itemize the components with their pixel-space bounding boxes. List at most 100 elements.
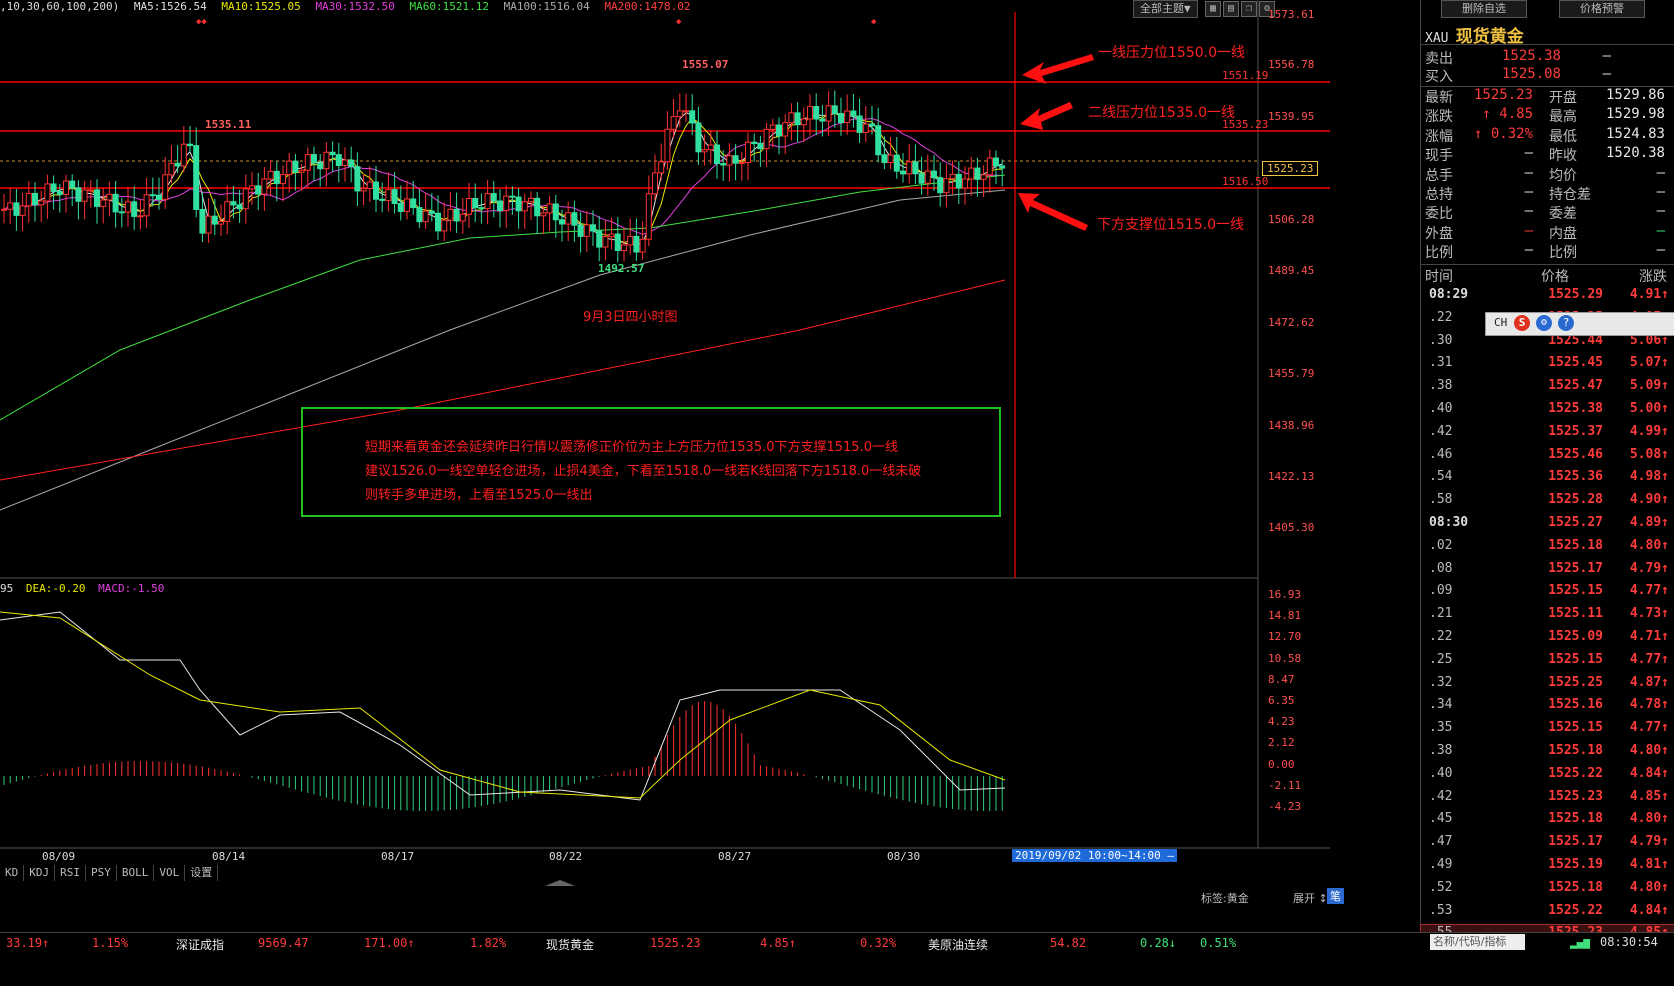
quote-stat-row: 现手 — 昨收 1520.38 — [1421, 145, 1674, 165]
candle-body — [478, 207, 485, 210]
candle-body — [534, 197, 541, 217]
indicator-tab[interactable]: BOLL — [117, 865, 155, 881]
indicator-tab[interactable]: KDJ — [24, 865, 56, 881]
candle-body — [311, 154, 317, 164]
tick-row[interactable]: .34 1525.16 4.78↑ — [1421, 697, 1674, 720]
tick-change: 4.80↑ — [1629, 743, 1669, 758]
tick-time: .22 — [1429, 309, 1453, 325]
tick-row[interactable]: .22 1525.09 4.71↑ — [1421, 629, 1674, 652]
candle-body — [968, 167, 975, 180]
tick-row[interactable]: 08:30 1525.27 4.89↑ — [1421, 515, 1674, 538]
tick-row[interactable]: .08 1525.17 4.79↑ — [1421, 561, 1674, 584]
candle-body — [571, 212, 578, 226]
indicator-tab[interactable]: 设置 — [185, 865, 219, 881]
indicator-tab[interactable]: KD — [0, 865, 25, 881]
tick-row[interactable]: .58 1525.28 4.90↑ — [1421, 492, 1674, 515]
candle-body — [180, 143, 187, 167]
candle-body — [447, 208, 454, 221]
tick-row[interactable]: .32 1525.25 4.87↑ — [1421, 675, 1674, 698]
tick-time: .22 — [1429, 629, 1453, 644]
ticker-item: 1525.23 — [650, 936, 701, 950]
candle-body — [174, 162, 181, 167]
candle-body — [69, 180, 76, 189]
ticker-item[interactable]: 深证成指 — [176, 936, 224, 953]
stat-value: 1529.86 — [1605, 87, 1665, 103]
stat-value: 1529.98 — [1605, 106, 1665, 123]
candle-body — [44, 183, 51, 202]
tick-row[interactable]: .30 1525.44 5.06↑ — [1421, 333, 1674, 356]
price-tick-label: 1539.95 — [1268, 110, 1315, 123]
ime-settings-icon[interactable]: ⚙ — [1536, 315, 1552, 331]
tick-row[interactable]: .40 1525.22 4.84↑ — [1421, 766, 1674, 789]
tick-row[interactable]: .02 1525.18 4.80↑ — [1421, 538, 1674, 561]
macd-value: MACD:-1.50 — [98, 582, 165, 595]
tick-row[interactable]: .38 1525.47 5.09↑ — [1421, 378, 1674, 401]
candle-body — [875, 125, 882, 156]
stat-label: 比例 — [1425, 245, 1453, 262]
tick-row[interactable]: .47 1525.17 4.79↑ — [1421, 834, 1674, 857]
quote-stat-row: 比例 — 比例 — — [1421, 242, 1674, 262]
macd-legend: 95 DEA:-0.20 MACD:-1.50 — [0, 582, 164, 595]
indicator-tab[interactable]: RSI — [55, 865, 86, 881]
tick-row[interactable]: 08:29 1525.29 4.91↑ — [1421, 287, 1674, 310]
tick-row[interactable]: .38 1525.18 4.80↑ — [1421, 743, 1674, 766]
expand-button[interactable]: 展开 ↕ — [1293, 890, 1328, 906]
tick-row[interactable]: .45 1525.18 4.80↑ — [1421, 811, 1674, 834]
tick-row[interactable]: .42 1525.37 4.99↑ — [1421, 424, 1674, 447]
signal-icon: ▂▄▆ — [1570, 936, 1590, 949]
price-tick-label: 1506.28 — [1268, 213, 1315, 226]
tick-row[interactable]: .53 1525.22 4.84↑ — [1421, 903, 1674, 926]
tick-row[interactable]: .31 1525.45 5.07↑ — [1421, 355, 1674, 378]
pen-button[interactable]: 笔 — [1327, 888, 1344, 904]
tick-row[interactable]: .42 1525.23 4.85↑ — [1421, 789, 1674, 812]
tick-row[interactable]: .49 1525.19 4.81↑ — [1421, 857, 1674, 880]
ticker-item[interactable]: 美原油连续 — [928, 936, 988, 953]
tick-row[interactable]: .25 1525.15 4.77↑ — [1421, 652, 1674, 675]
stat-label: 内盘 — [1549, 225, 1577, 242]
stat-value: — — [1656, 203, 1665, 220]
tick-time: 08:29 — [1429, 287, 1469, 302]
ticker-item[interactable]: 现货黄金 — [546, 936, 594, 953]
ime-help-icon[interactable]: ? — [1558, 315, 1574, 331]
price-alert-button[interactable]: 价格预警 — [1559, 0, 1645, 18]
tick-price: 1525.36 — [1548, 469, 1603, 485]
candle-body — [583, 224, 590, 237]
ticker-item: 33.19↑ — [6, 936, 50, 950]
search-input[interactable]: 名称/代码/指标 — [1430, 934, 1525, 950]
indicator-tab[interactable]: PSY — [86, 865, 117, 881]
stat-label: 开盘 — [1549, 90, 1577, 106]
candle-body — [56, 190, 63, 195]
macd-tick-label: 0.00 — [1268, 757, 1295, 771]
candle-body — [428, 210, 435, 214]
candle-body — [683, 110, 689, 113]
candle-body — [794, 112, 801, 126]
candle-body — [230, 201, 237, 206]
ime-toolbar[interactable]: CH S ⚙ ? — [1485, 312, 1674, 336]
indicator-tab[interactable]: VOL — [154, 865, 186, 881]
tick-time: 08:30 — [1429, 515, 1469, 530]
tick-time: .42 — [1429, 423, 1453, 439]
tick-price: 1525.09 — [1548, 629, 1603, 644]
tick-row[interactable]: .54 1525.36 4.98↑ — [1421, 469, 1674, 492]
tick-row[interactable]: .46 1525.46 5.08↑ — [1421, 447, 1674, 470]
chart-area[interactable]: ,10,30,60,100,200) MA5:1526.54 MA10:1525… — [0, 0, 1420, 932]
tick-time: .25 — [1429, 651, 1453, 667]
tick-row[interactable]: .09 1525.15 4.77↑ — [1421, 583, 1674, 606]
tick-time: .32 — [1429, 674, 1453, 690]
clock: 08:30:54 — [1600, 935, 1658, 949]
tick-row[interactable]: .35 1525.15 4.77↑ — [1421, 720, 1674, 743]
arrow-resist1 — [1022, 54, 1094, 84]
tick-time: .52 — [1429, 879, 1453, 895]
tick-price: 1525.28 — [1548, 492, 1603, 508]
tick-row[interactable]: .52 1525.18 4.80↑ — [1421, 880, 1674, 903]
ticker-item: 54.82 — [1050, 936, 1087, 950]
ime-logo-icon[interactable]: S — [1514, 315, 1530, 331]
delete-watchlist-button[interactable]: 删除自选 — [1441, 0, 1527, 18]
stat-label: 涨幅 — [1425, 128, 1453, 145]
tick-row[interactable]: .40 1525.38 5.00↑ — [1421, 401, 1674, 424]
candle-body — [304, 154, 311, 171]
tick-row[interactable]: .21 1525.11 4.73↑ — [1421, 606, 1674, 629]
ime-language[interactable]: CH — [1494, 316, 1507, 329]
candle-body — [887, 154, 894, 164]
tick-change: 4.87↑ — [1629, 674, 1669, 690]
